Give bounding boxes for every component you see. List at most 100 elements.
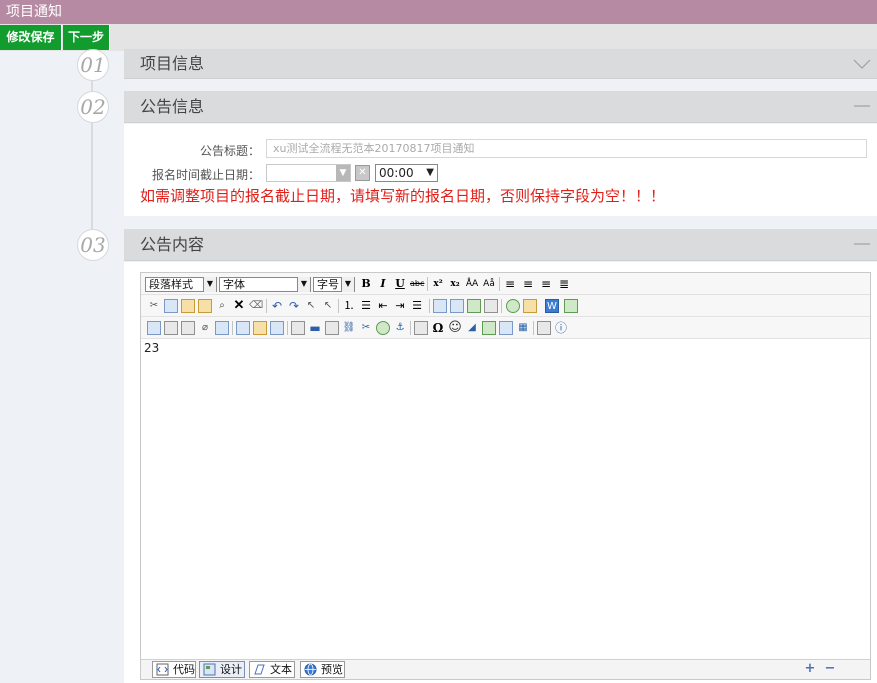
panel-header-project-info[interactable]: 项目信息 bbox=[124, 49, 877, 79]
delete-icon[interactable]: ✕ bbox=[232, 299, 246, 313]
horizontal-rule-icon[interactable]: ▬ bbox=[308, 321, 322, 335]
time-select[interactable]: 00:00 ▼ bbox=[375, 164, 438, 182]
chevron-down-icon[interactable]: ▼ bbox=[336, 165, 350, 181]
bold-icon[interactable]: B bbox=[359, 277, 373, 291]
link-icon[interactable]: ⛓ bbox=[342, 321, 356, 335]
insert-media-icon[interactable] bbox=[181, 321, 195, 335]
toolbar-separator bbox=[410, 321, 411, 335]
tab-text[interactable]: 文本 bbox=[249, 661, 295, 678]
copy-icon[interactable] bbox=[164, 299, 178, 313]
editor-mode-bar: 代码 设计 文本 预览 + − bbox=[141, 659, 870, 679]
font-grow-icon[interactable]: ÅA bbox=[465, 277, 479, 291]
align-justify-icon[interactable]: ≣ bbox=[557, 277, 571, 291]
globe-icon[interactable] bbox=[506, 299, 520, 313]
font-shrink-icon[interactable]: Aå bbox=[482, 277, 496, 291]
shrink-editor-icon[interactable]: − bbox=[824, 662, 836, 675]
collapse-icon[interactable] bbox=[853, 229, 871, 260]
emoticon-icon[interactable]: ☺ bbox=[448, 321, 462, 335]
superscript-icon[interactable]: x² bbox=[431, 277, 445, 291]
insert-image-icon[interactable] bbox=[147, 321, 161, 335]
clear-icon[interactable]: ✕ bbox=[355, 165, 370, 181]
expand-editor-icon[interactable]: + bbox=[804, 662, 816, 675]
redo-icon[interactable]: ↷ bbox=[287, 299, 301, 313]
editor-content[interactable]: 23 bbox=[144, 341, 159, 355]
anchor-icon[interactable]: ⚓ bbox=[393, 321, 407, 335]
unordered-list-icon[interactable]: ☰ bbox=[359, 299, 373, 313]
strikethrough-icon[interactable]: abc bbox=[410, 277, 424, 291]
tab-design[interactable]: 设计 bbox=[199, 661, 245, 678]
insert-table-icon[interactable] bbox=[482, 321, 496, 335]
action-toolbar: 修改保存 下一步 bbox=[0, 24, 877, 51]
toolbar-separator bbox=[429, 299, 430, 313]
select-pointer-icon[interactable]: ↖ bbox=[304, 299, 318, 313]
toolbar-separator bbox=[501, 299, 502, 313]
unlink-icon[interactable]: ✂ bbox=[359, 321, 373, 335]
table-properties-icon[interactable] bbox=[499, 321, 513, 335]
tab-code[interactable]: 代码 bbox=[152, 661, 196, 678]
chevron-down-icon: ▼ bbox=[426, 167, 434, 178]
cut-icon[interactable]: ✂ bbox=[147, 299, 161, 313]
font-family-select[interactable]: 字体 ▼ bbox=[219, 277, 311, 292]
toolbar-separator bbox=[266, 299, 267, 313]
align-left-icon[interactable]: ≡ bbox=[503, 277, 517, 291]
time-value: 00:00 bbox=[379, 166, 414, 180]
underline-icon[interactable]: U bbox=[393, 277, 407, 291]
chevron-down-icon[interactable] bbox=[853, 49, 871, 80]
block-quote-icon[interactable]: ☰ bbox=[410, 299, 424, 313]
edit-icon[interactable] bbox=[253, 321, 267, 335]
editor-toolbar-row-3: ⌀ ▬ ⛓ ✂ ⚓ Ω ☺ ◢ ▦ ⓘ bbox=[141, 317, 870, 339]
code-icon bbox=[156, 663, 169, 676]
fullscreen-icon[interactable] bbox=[537, 321, 551, 335]
preview-globe-icon bbox=[304, 663, 317, 676]
subscript-icon[interactable]: x₂ bbox=[448, 277, 462, 291]
paragraph-style-select[interactable]: 段落样式 ▼ bbox=[145, 277, 217, 292]
font-size-select[interactable]: 字号 ▼ bbox=[313, 277, 355, 292]
hyperlink-globe-icon[interactable] bbox=[376, 321, 390, 335]
notice-title-input[interactable]: xu测试全流程无范本20170817项目通知 bbox=[266, 139, 867, 158]
text-icon bbox=[253, 663, 266, 676]
paste-icon[interactable] bbox=[181, 299, 195, 313]
font-family-value: 字体 bbox=[223, 278, 245, 291]
undo-icon[interactable]: ↶ bbox=[270, 299, 284, 313]
panel-header-notice-info[interactable]: 公告信息 bbox=[124, 91, 877, 123]
tab-preview[interactable]: 预览 bbox=[300, 661, 345, 678]
insert-date-icon[interactable] bbox=[414, 321, 428, 335]
collapse-icon[interactable] bbox=[853, 91, 871, 122]
indent-icon[interactable]: ⇥ bbox=[393, 299, 407, 313]
panel-title: 公告内容 bbox=[140, 235, 205, 254]
panel-header-notice-content[interactable]: 公告内容 bbox=[124, 229, 877, 261]
special-char-icon[interactable]: Ω bbox=[431, 321, 445, 335]
align-center-icon[interactable]: ≡ bbox=[521, 277, 535, 291]
page-break-icon[interactable] bbox=[291, 321, 305, 335]
next-step-button[interactable]: 下一步 bbox=[63, 25, 110, 50]
table-grid-icon[interactable]: ▦ bbox=[516, 321, 530, 335]
outdent-icon[interactable]: ⇤ bbox=[376, 299, 390, 313]
attachment-icon[interactable]: ⌀ bbox=[198, 321, 212, 335]
eraser-icon[interactable]: ⌫ bbox=[249, 299, 263, 313]
insert-template-icon[interactable] bbox=[236, 321, 250, 335]
toolbar-separator bbox=[427, 277, 428, 291]
spell-check-icon[interactable] bbox=[467, 299, 481, 313]
paragraph-style-value: 段落样式 bbox=[149, 278, 193, 291]
format-painter-icon[interactable] bbox=[484, 299, 498, 313]
print-icon[interactable] bbox=[523, 299, 537, 313]
ordered-list-icon[interactable]: ⒈ bbox=[342, 299, 356, 313]
select-all-icon[interactable]: ↖ bbox=[321, 299, 335, 313]
panel-title: 公告信息 bbox=[140, 97, 205, 116]
text-color-icon[interactable] bbox=[433, 299, 447, 313]
insert-box-icon[interactable] bbox=[270, 321, 284, 335]
italic-icon[interactable]: I bbox=[376, 277, 390, 291]
background-color-icon[interactable] bbox=[450, 299, 464, 313]
word-import-icon[interactable]: W bbox=[545, 299, 559, 313]
marquee-icon[interactable]: ◢ bbox=[465, 321, 479, 335]
insert-input-icon[interactable] bbox=[325, 321, 339, 335]
paste-text-icon[interactable] bbox=[198, 299, 212, 313]
insert-document-icon[interactable] bbox=[215, 321, 229, 335]
info-icon[interactable]: ⓘ bbox=[554, 321, 568, 335]
tab-label: 代码 bbox=[173, 663, 195, 676]
find-icon[interactable]: ⌕ bbox=[215, 299, 229, 313]
excel-import-icon[interactable] bbox=[564, 299, 578, 313]
save-button[interactable]: 修改保存 bbox=[0, 25, 62, 50]
insert-flash-icon[interactable] bbox=[164, 321, 178, 335]
align-right-icon[interactable]: ≡ bbox=[539, 277, 553, 291]
